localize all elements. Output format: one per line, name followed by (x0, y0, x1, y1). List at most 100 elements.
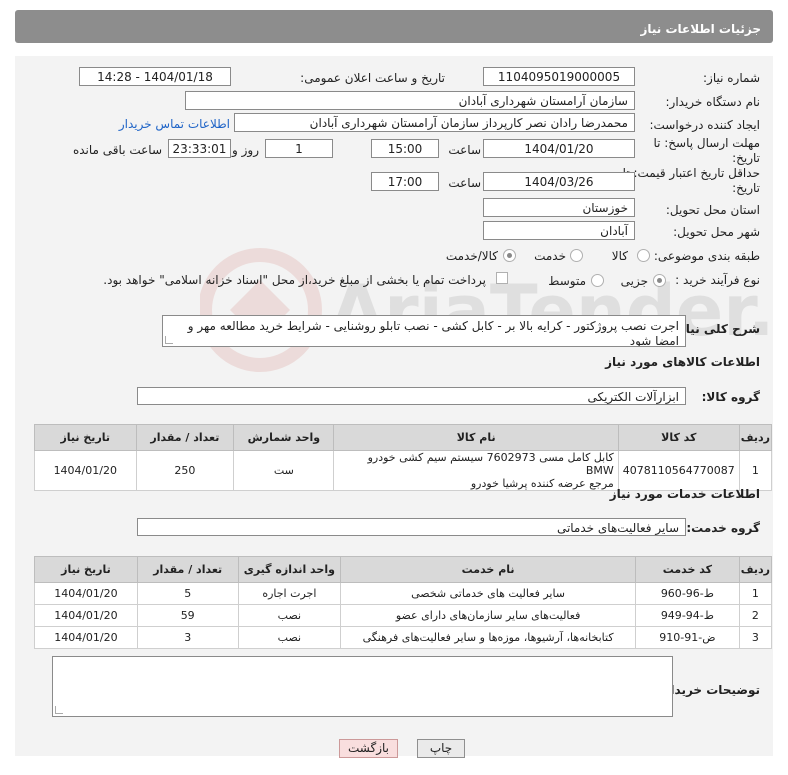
description-resize-handle[interactable] (165, 336, 173, 344)
category-option-goods-service: کالا/خدمت (445, 249, 498, 263)
print-button[interactable]: چاپ (417, 739, 465, 758)
services-cell-code: ض-91-910 (634, 626, 740, 649)
buyer-contact-link[interactable]: اطلاعات تماس خریدار (119, 117, 230, 131)
process-option-minor: جزیی (620, 274, 648, 288)
services-cell-date: 1404/01/20 (34, 582, 138, 605)
goods-col-date: تاریخ نیاز (34, 424, 137, 451)
goods-section-title: اطلاعات کالاهای مورد نیاز (605, 355, 760, 369)
goods-cell-name-line2: مرجع عرضه کننده پرشیا خودرو (470, 477, 614, 490)
back-button[interactable]: بازگشت (339, 739, 398, 758)
buyer-org-label: نام دستگاه خریدار: (665, 95, 761, 109)
deadline-date-field: 1404/01/20 (483, 139, 635, 158)
services-cell-unit: نصب (237, 626, 342, 649)
goods-col-name: نام کالا (333, 424, 619, 451)
process-radio-minor[interactable] (653, 274, 666, 287)
remaining-time-field: 23:33:01 (168, 139, 231, 158)
buyer-notes-label: توضیحات خریدار: (658, 683, 760, 697)
days-label: روز و (232, 143, 259, 157)
services-col-qty: تعداد / مقدار (136, 556, 239, 583)
goods-col-qty: تعداد / مقدار (135, 424, 235, 451)
validity-date-field: 1404/03/26 (483, 172, 635, 191)
table-row: 2 ط-94-949 فعالیت‌های سایر سازمان‌های دا… (34, 604, 773, 627)
table-row: 1 ط-96-960 سایر فعالیت های خدماتی شخصی ا… (34, 582, 773, 605)
goods-cell-row: 1 (738, 450, 773, 491)
deadline-time-label: ساعت (448, 143, 481, 157)
validity-label: حداقل تاریخ اعتبار قیمت: تا تاریخ: (622, 166, 760, 195)
goods-cell-code: 4078110564770087 (617, 450, 740, 491)
goods-col-row: ردیف (738, 424, 773, 451)
buyer-notes-resize-handle[interactable] (55, 706, 63, 714)
announce-label: تاریخ و ساعت اعلان عمومی: (300, 71, 445, 85)
city-field: آبادان (483, 221, 635, 240)
goods-cell-name: کابل کامل مسی 7602973 سیستم سیم کشی خودر… (333, 450, 619, 491)
goods-col-code: کد کالا (617, 424, 740, 451)
services-col-name: نام خدمت (340, 556, 636, 583)
category-radio-goods-service[interactable] (503, 249, 516, 262)
goods-cell-qty: 250 (135, 450, 235, 491)
goods-table: ردیف کد کالا نام کالا واحد شمارش تعداد /… (34, 424, 773, 491)
services-col-row: ردیف (738, 556, 773, 583)
category-option-goods: کالا (611, 249, 628, 263)
services-cell-name: سایر فعالیت های خدماتی شخصی (340, 582, 636, 605)
category-option-service: خدمت (534, 249, 566, 263)
services-cell-code: ط-96-960 (634, 582, 740, 605)
services-group-label: گروه خدمت: (686, 521, 760, 535)
services-cell-code: ط-94-949 (634, 604, 740, 627)
buyer-org-field: سازمان آرامستان شهرداری آبادان (185, 91, 635, 110)
process-radio-medium[interactable] (591, 274, 604, 287)
city-label: شهر محل تحویل: (673, 225, 760, 239)
services-cell-name: کتابخانه‌ها، آرشیوها، موزه‌ها و سایر فعا… (340, 626, 636, 649)
deadline-time-field: 15:00 (371, 139, 439, 158)
services-cell-row: 3 (738, 626, 773, 649)
goods-table-header: ردیف کد کالا نام کالا واحد شمارش تعداد /… (34, 424, 773, 451)
validity-time-field: 17:00 (371, 172, 439, 191)
services-group-field: سایر فعالیت‌های خدماتی (137, 518, 686, 536)
goods-group-label: گروه کالا: (701, 390, 760, 404)
page-title: جزئیات اطلاعات نیاز (640, 22, 761, 36)
services-col-date: تاریخ نیاز (34, 556, 138, 583)
buyer-notes-textarea[interactable] (52, 656, 673, 717)
services-col-code: کد خدمت (634, 556, 740, 583)
table-row: 1 4078110564770087 کابل کامل مسی 7602973… (34, 450, 773, 491)
table-row: 3 ض-91-910 کتابخانه‌ها، آرشیوها، موزه‌ها… (34, 626, 773, 649)
need-number-label: شماره نیاز: (703, 71, 760, 85)
validity-time-label: ساعت (448, 176, 481, 190)
province-label: استان محل تحویل: (665, 203, 760, 217)
goods-cell-name-line1: کابل کامل مسی 7602973 سیستم سیم کشی خودر… (367, 451, 614, 477)
services-col-unit: واحد اندازه گیری (237, 556, 342, 583)
services-cell-date: 1404/01/20 (34, 604, 138, 627)
goods-col-unit: واحد شمارش (233, 424, 335, 451)
category-radio-service[interactable] (570, 249, 583, 262)
treasury-payment-note: پرداخت تمام یا بخشی از مبلغ خرید،از محل … (103, 273, 486, 287)
remaining-label: ساعت باقی مانده (72, 143, 162, 157)
treasury-payment-checkbox[interactable] (496, 272, 508, 284)
process-label: نوع فرآیند خرید : (675, 273, 760, 287)
services-section-title: اطلاعات خدمات مورد نیاز (609, 487, 760, 501)
province-field: خوزستان (483, 198, 635, 217)
announce-field: 1404/01/18 - 14:28 (79, 67, 231, 86)
need-number-field: 1104095019000005 (483, 67, 635, 86)
creator-field: محمدرضا رادان نصر کارپرداز سازمان آرامست… (234, 113, 635, 132)
services-cell-unit: نصب (237, 604, 342, 627)
category-radio-goods[interactable] (637, 249, 650, 262)
creator-label: ایجاد کننده درخواست: (649, 118, 760, 132)
services-cell-qty: 5 (136, 582, 239, 605)
category-label: طبقه بندی موضوعی: (653, 249, 760, 263)
services-cell-name: فعالیت‌های سایر سازمان‌های دارای عضو (340, 604, 636, 627)
services-cell-date: 1404/01/20 (34, 626, 138, 649)
services-cell-unit: اجرت اجاره (237, 582, 342, 605)
goods-cell-unit: ست (233, 450, 335, 491)
deadline-label: مهلت ارسال پاسخ: تا تاریخ: (653, 136, 760, 165)
services-cell-row: 1 (738, 582, 773, 605)
description-label: شرح کلی نیاز: (674, 322, 760, 336)
days-field: 1 (265, 139, 333, 158)
goods-group-field: ابزارآلات الکتریکی (137, 387, 686, 405)
services-cell-qty: 3 (136, 626, 239, 649)
services-table-header: ردیف کد خدمت نام خدمت واحد اندازه گیری ت… (34, 556, 773, 583)
page-header: جزئیات اطلاعات نیاز (15, 10, 773, 43)
process-option-medium: متوسط (548, 274, 586, 288)
goods-cell-date: 1404/01/20 (34, 450, 137, 491)
services-table: ردیف کد خدمت نام خدمت واحد اندازه گیری ت… (34, 556, 773, 649)
services-cell-qty: 59 (136, 604, 239, 627)
description-textarea[interactable]: اجرت نصب پروژکتور - کرایه بالا بر - کابل… (162, 315, 686, 347)
